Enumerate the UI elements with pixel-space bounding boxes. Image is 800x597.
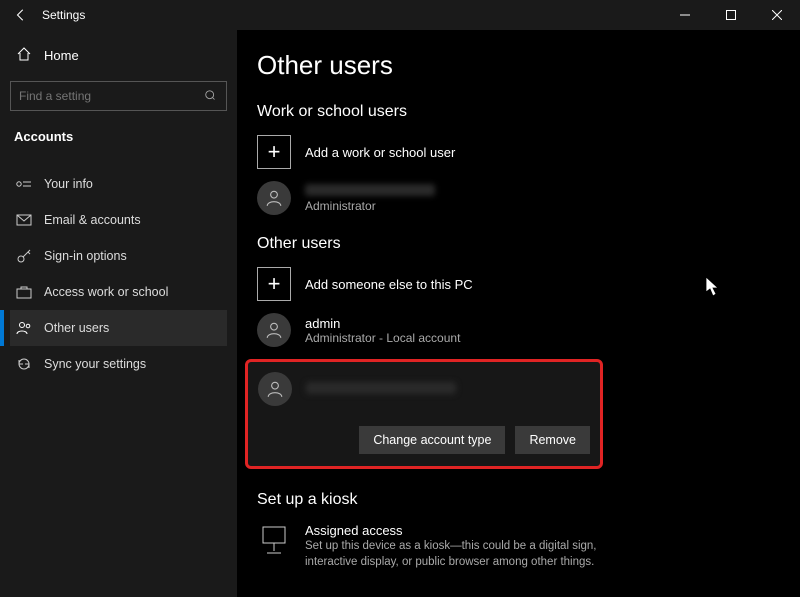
kiosk-heading: Set up a kiosk [257, 491, 800, 509]
sidebar-item-other-users[interactable]: Other users [10, 310, 227, 346]
kiosk-section: Set up a kiosk Assigned access Set up th… [257, 491, 800, 570]
page-title: Other users [257, 50, 800, 81]
sidebar-item-email-accounts[interactable]: Email & accounts [10, 202, 227, 238]
search-icon [204, 89, 218, 108]
app-title: Settings [42, 8, 85, 22]
sidebar-item-label: Email & accounts [44, 213, 141, 227]
work-school-user-name [305, 184, 435, 199]
sidebar-item-access-work-school[interactable]: Access work or school [10, 274, 227, 310]
sidebar-item-sign-in-options[interactable]: Sign-in options [10, 238, 227, 274]
sidebar-item-label: Other users [44, 321, 109, 335]
add-other-user-label: Add someone else to this PC [305, 277, 473, 292]
assigned-access-row[interactable]: Assigned access Set up this device as a … [257, 523, 800, 570]
add-other-user[interactable]: + Add someone else to this PC [257, 267, 800, 301]
sidebar-nav: Your info Email & accounts Sign-in optio… [10, 166, 227, 382]
sidebar: Home Accounts Your info [0, 30, 237, 597]
avatar-icon [258, 372, 292, 406]
work-school-user-entry[interactable]: Administrator [257, 181, 800, 215]
maximize-button[interactable] [708, 0, 754, 30]
sidebar-home-label: Home [44, 48, 79, 63]
sidebar-item-label: Sync your settings [44, 357, 146, 371]
change-account-type-button[interactable]: Change account type [359, 426, 505, 454]
other-user-admin[interactable]: admin Administrator - Local account [257, 313, 800, 347]
work-school-heading: Work or school users [257, 103, 800, 121]
search-input[interactable] [11, 82, 226, 110]
sidebar-item-label: Access work or school [44, 285, 168, 299]
sidebar-item-your-info[interactable]: Your info [10, 166, 227, 202]
work-school-user-role: Administrator [305, 199, 435, 213]
work-school-section: Work or school users + Add a work or sch… [257, 103, 800, 215]
key-icon [16, 248, 32, 264]
window-controls [662, 0, 800, 30]
selected-user-panel: Change account type Remove [245, 359, 603, 469]
email-icon [16, 214, 32, 226]
other-user-admin-role: Administrator - Local account [305, 331, 460, 345]
settings-window: Settings Home [0, 0, 800, 597]
sidebar-item-label: Sign-in options [44, 249, 127, 263]
avatar-icon [257, 313, 291, 347]
other-user-admin-name: admin [305, 316, 460, 331]
minimize-button[interactable] [662, 0, 708, 30]
other-users-heading: Other users [257, 235, 800, 253]
content-pane: Other users Work or school users + Add a… [237, 30, 800, 597]
close-button[interactable] [754, 0, 800, 30]
sync-icon [16, 356, 32, 372]
home-icon [16, 46, 32, 65]
kiosk-icon [257, 523, 291, 570]
add-work-school-label: Add a work or school user [305, 145, 455, 160]
selected-user-actions: Change account type Remove [258, 426, 590, 454]
selected-user-name [306, 382, 456, 397]
add-work-school-user[interactable]: + Add a work or school user [257, 135, 800, 169]
assigned-access-desc: Set up this device as a kiosk—this could… [305, 538, 605, 570]
remove-button[interactable]: Remove [515, 426, 590, 454]
selected-user-entry[interactable] [258, 372, 590, 406]
sidebar-item-sync-settings[interactable]: Sync your settings [10, 346, 227, 382]
title-bar: Settings [0, 0, 800, 30]
sidebar-item-label: Your info [44, 177, 93, 191]
title-bar-left: Settings [0, 8, 85, 22]
search-box[interactable] [10, 81, 227, 111]
assigned-access-title: Assigned access [305, 523, 605, 538]
back-button[interactable] [14, 8, 28, 22]
your-info-icon [16, 179, 32, 189]
sidebar-category: Accounts [10, 123, 227, 154]
plus-icon: + [257, 135, 291, 169]
people-icon [16, 321, 32, 335]
sidebar-home[interactable]: Home [10, 38, 227, 73]
avatar-icon [257, 181, 291, 215]
briefcase-icon [16, 285, 32, 299]
plus-icon: + [257, 267, 291, 301]
other-users-section: Other users + Add someone else to this P… [257, 235, 800, 469]
